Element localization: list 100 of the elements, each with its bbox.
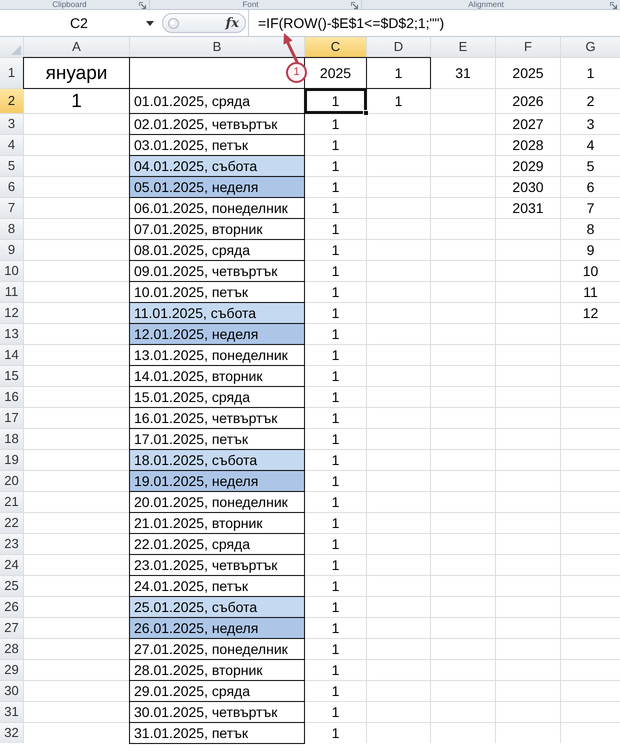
sheet-cell[interactable]: 1 xyxy=(305,660,366,680)
sheet-cell[interactable]: 01.01.2025, сряда xyxy=(130,89,304,113)
sheet-cell[interactable] xyxy=(367,219,430,239)
sheet-cell[interactable] xyxy=(24,639,129,659)
sheet-cell[interactable] xyxy=(496,681,560,701)
sheet-cell[interactable] xyxy=(367,555,430,575)
sheet-cell[interactable] xyxy=(367,261,430,281)
sheet-cell[interactable]: 30.01.2025, четвъртък xyxy=(130,702,304,722)
sheet-cell[interactable]: 1 xyxy=(305,471,366,491)
sheet-cell[interactable] xyxy=(367,345,430,365)
column-header[interactable]: G xyxy=(561,37,620,57)
sheet-cell[interactable] xyxy=(561,660,620,680)
sheet-cell[interactable]: 1 xyxy=(305,89,366,113)
sheet-cell[interactable] xyxy=(24,597,129,617)
sheet-cell[interactable] xyxy=(496,429,560,449)
row-header[interactable]: 2 xyxy=(0,89,23,113)
sheet-cell[interactable] xyxy=(24,387,129,407)
grip-icon[interactable] xyxy=(168,18,179,28)
sheet-cell[interactable] xyxy=(367,534,430,554)
sheet-cell[interactable] xyxy=(24,723,129,743)
sheet-cell[interactable] xyxy=(496,555,560,575)
row-header[interactable]: 17 xyxy=(0,408,23,428)
sheet-cell[interactable] xyxy=(367,324,430,344)
sheet-cell[interactable]: 26.01.2025, неделя xyxy=(130,618,304,638)
sheet-cell[interactable] xyxy=(24,114,129,134)
sheet-cell[interactable] xyxy=(561,471,620,491)
sheet-cell[interactable]: 12.01.2025, неделя xyxy=(130,324,304,344)
sheet-cell[interactable]: 07.01.2025, вторник xyxy=(130,219,304,239)
sheet-cell[interactable] xyxy=(367,177,430,197)
dropdown-arrow-icon[interactable] xyxy=(146,20,154,26)
sheet-cell[interactable]: 05.01.2025, неделя xyxy=(130,177,304,197)
sheet-cell[interactable] xyxy=(496,282,560,302)
sheet-cell[interactable] xyxy=(367,135,430,155)
sheet-cell[interactable] xyxy=(561,681,620,701)
row-header[interactable]: 5 xyxy=(0,156,23,176)
sheet-cell[interactable] xyxy=(24,660,129,680)
sheet-cell[interactable]: 5 xyxy=(561,156,620,176)
row-header[interactable]: 26 xyxy=(0,597,23,617)
sheet-cell[interactable]: 1 xyxy=(305,240,366,260)
row-header[interactable]: 8 xyxy=(0,219,23,239)
sheet-cell[interactable] xyxy=(561,513,620,533)
row-header[interactable]: 15 xyxy=(0,366,23,386)
sheet-cell[interactable] xyxy=(496,492,560,512)
sheet-cell[interactable]: 03.01.2025, петък xyxy=(130,135,304,155)
sheet-cell[interactable] xyxy=(367,303,430,323)
sheet-cell[interactable]: 2026 xyxy=(496,89,560,113)
sheet-cell[interactable]: 1 xyxy=(305,639,366,659)
sheet-cell[interactable] xyxy=(431,89,495,113)
sheet-cell[interactable] xyxy=(24,345,129,365)
row-header[interactable]: 32 xyxy=(0,723,23,743)
sheet-cell[interactable] xyxy=(431,387,495,407)
sheet-cell[interactable]: януари xyxy=(24,58,129,88)
sheet-cell[interactable]: 2029 xyxy=(496,156,560,176)
sheet-cell[interactable] xyxy=(561,639,620,659)
sheet-cell[interactable] xyxy=(24,156,129,176)
sheet-cell[interactable] xyxy=(561,366,620,386)
sheet-cell[interactable] xyxy=(496,618,560,638)
row-header[interactable]: 21 xyxy=(0,492,23,512)
sheet-cell[interactable] xyxy=(496,303,560,323)
sheet-cell[interactable] xyxy=(431,492,495,512)
sheet-cell[interactable] xyxy=(496,597,560,617)
sheet-cell[interactable]: 9 xyxy=(561,240,620,260)
sheet-cell[interactable]: 1 xyxy=(305,534,366,554)
column-header[interactable]: B xyxy=(130,37,304,57)
sheet-cell[interactable]: 21.01.2025, вторник xyxy=(130,513,304,533)
sheet-cell[interactable]: 1 xyxy=(367,89,430,113)
row-header[interactable]: 3 xyxy=(0,114,23,134)
sheet-cell[interactable]: 1 xyxy=(305,324,366,344)
sheet-cell[interactable]: 1 xyxy=(305,114,366,134)
select-all-button[interactable] xyxy=(0,37,23,57)
sheet-cell[interactable]: 02.01.2025, четвъртък xyxy=(130,114,304,134)
sheet-cell[interactable]: 24.01.2025, петък xyxy=(130,576,304,596)
sheet-cell[interactable]: 1 xyxy=(305,681,366,701)
sheet-cell[interactable] xyxy=(24,618,129,638)
sheet-cell[interactable] xyxy=(367,618,430,638)
insert-function-button[interactable]: fx xyxy=(226,16,239,30)
sheet-cell[interactable] xyxy=(431,156,495,176)
sheet-cell[interactable]: 14.01.2025, вторник xyxy=(130,366,304,386)
sheet-cell[interactable] xyxy=(496,450,560,470)
sheet-cell[interactable] xyxy=(496,513,560,533)
sheet-cell[interactable]: 1 xyxy=(305,366,366,386)
row-header[interactable]: 25 xyxy=(0,576,23,596)
sheet-cell[interactable] xyxy=(367,723,430,743)
sheet-cell[interactable] xyxy=(431,345,495,365)
sheet-cell[interactable]: 1 xyxy=(305,513,366,533)
sheet-cell[interactable] xyxy=(496,723,560,743)
sheet-cell[interactable]: 1 xyxy=(305,597,366,617)
sheet-cell[interactable]: 23.01.2025, четвъртък xyxy=(130,555,304,575)
sheet-cell[interactable] xyxy=(431,597,495,617)
sheet-cell[interactable] xyxy=(561,429,620,449)
sheet-cell[interactable] xyxy=(367,702,430,722)
sheet-cell[interactable] xyxy=(431,660,495,680)
sheet-cell[interactable]: 4 xyxy=(561,135,620,155)
sheet-cell[interactable]: 2025 xyxy=(496,58,560,88)
sheet-cell[interactable]: 2030 xyxy=(496,177,560,197)
row-header[interactable]: 20 xyxy=(0,471,23,491)
row-header[interactable]: 6 xyxy=(0,177,23,197)
row-header[interactable]: 22 xyxy=(0,513,23,533)
sheet-cell[interactable] xyxy=(561,387,620,407)
sheet-cell[interactable]: 7 xyxy=(561,198,620,218)
